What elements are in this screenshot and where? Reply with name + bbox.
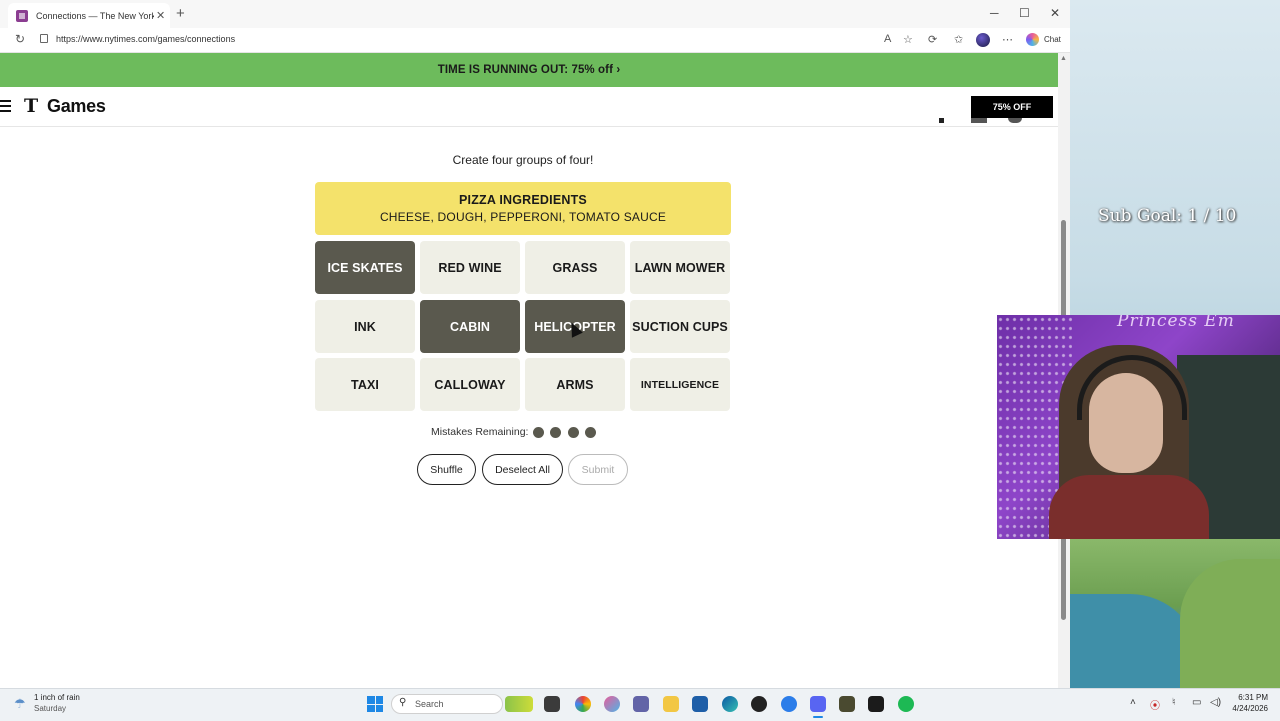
leaderboard-icon[interactable] — [939, 118, 944, 123]
tile[interactable]: TAXI — [315, 358, 415, 411]
read-aloud-icon[interactable]: A — [884, 33, 891, 45]
stats-icon[interactable] — [971, 118, 987, 123]
close-window-icon[interactable]: ✕ — [1050, 6, 1060, 20]
submit-button[interactable]: Submit — [568, 454, 628, 485]
offer-button[interactable]: 75% OFF — [971, 96, 1053, 118]
tile[interactable]: CABIN — [420, 300, 520, 353]
mistake-dot — [550, 427, 561, 438]
discord-icon[interactable] — [810, 696, 826, 712]
site-header: T Games 75% OFF — [0, 88, 1058, 127]
webcam-streamer-body — [1049, 475, 1209, 539]
solved-group-pizza-ingredients: PIZZA INGREDIENTS CHEESE, DOUGH, PEPPERO… — [315, 182, 731, 235]
chrome-icon[interactable] — [575, 696, 591, 712]
task-view-icon[interactable] — [544, 696, 560, 712]
webcam-neon-sign: Princess Em — [1117, 315, 1235, 331]
nyt-logo-icon[interactable]: T — [24, 95, 38, 117]
minimize-icon[interactable]: ─ — [990, 6, 999, 20]
deselect-all-button[interactable]: Deselect All — [482, 454, 563, 485]
active-app-indicator — [813, 716, 823, 718]
extensions-icon[interactable]: ⟳ — [928, 33, 937, 46]
sub-goal-overlay: Sub Goal: 1 / 10 — [1098, 206, 1237, 226]
scroll-up-arrow-icon[interactable]: ▲ — [1060, 55, 1067, 62]
clock-date[interactable]: 4/24/2026 — [1222, 704, 1268, 713]
mistake-dot — [568, 427, 579, 438]
volume-icon[interactable]: ◁) — [1210, 697, 1221, 708]
copilot-icon[interactable] — [1026, 33, 1039, 46]
hamburger-menu-icon[interactable] — [0, 100, 11, 112]
widgets-icon[interactable] — [505, 696, 533, 712]
store-icon[interactable] — [692, 696, 708, 712]
recording-icon[interactable]: ⦿ — [1150, 697, 1160, 712]
chat-label[interactable]: Chat — [1044, 35, 1061, 44]
desktop-landscape — [1070, 539, 1280, 688]
mistake-dot — [585, 427, 596, 438]
mistake-dot — [533, 427, 544, 438]
weather-condition[interactable]: 1 inch of rain — [34, 693, 80, 702]
landscape-grass — [1180, 559, 1280, 688]
tile[interactable]: SUCTION CUPS — [630, 300, 730, 353]
promo-text: TIME IS RUNNING OUT: 75% off › — [437, 64, 621, 76]
app-icon[interactable] — [781, 696, 797, 712]
taskbar-search-input[interactable] — [391, 694, 503, 714]
lock-icon[interactable] — [40, 34, 48, 43]
tile[interactable]: RED WINE — [420, 241, 520, 294]
address-bar: ↻ https://www.nytimes.com/games/connecti… — [0, 28, 1070, 53]
show-hidden-icons-chevron-icon[interactable]: ˄ — [1130, 697, 1136, 708]
tile[interactable]: ICE SKATES — [315, 241, 415, 294]
clock-time[interactable]: 6:31 PM — [1236, 693, 1268, 702]
nyt-favicon-icon — [16, 9, 28, 22]
tile[interactable]: INTELLIGENCE — [630, 358, 730, 411]
shuffle-button[interactable]: Shuffle — [417, 454, 476, 485]
solved-group-members: CHEESE, DOUGH, PEPPERONI, TOMATO SAUCE — [379, 210, 667, 224]
webcam-overlay: Princess Em — [997, 315, 1280, 539]
copilot-app-icon[interactable] — [604, 696, 620, 712]
games-logo-text[interactable]: Games — [47, 96, 106, 117]
promo-banner[interactable]: TIME IS RUNNING OUT: 75% off › — [0, 53, 1058, 87]
solved-group-title: PIZZA INGREDIENTS — [459, 193, 587, 207]
tile[interactable]: ARMS — [525, 358, 625, 411]
mistakes-remaining-label: Mistakes Remaining: — [431, 426, 529, 438]
browser-window: Connections — The New York Times ✕ + ─ ☐… — [0, 0, 1070, 688]
tile[interactable]: GRASS — [525, 241, 625, 294]
new-tab-icon[interactable]: + — [176, 5, 185, 22]
display-icon[interactable]: ▭ — [1192, 697, 1201, 708]
teams-icon[interactable] — [633, 696, 649, 712]
tile[interactable]: LAWN MOWER — [630, 241, 730, 294]
help-icon[interactable] — [1008, 118, 1022, 123]
tab-close-icon[interactable]: ✕ — [156, 9, 165, 22]
tile[interactable]: INK — [315, 300, 415, 353]
notes-icon[interactable] — [839, 696, 855, 712]
tab-bar: Connections — The New York Times ✕ + ─ ☐… — [0, 0, 1070, 28]
spotify-icon[interactable] — [898, 696, 914, 712]
tab-connections[interactable]: Connections — The New York Times ✕ — [8, 3, 170, 28]
weather-day: Saturday — [34, 704, 67, 713]
edge-icon[interactable] — [722, 696, 738, 712]
game-instruction: Create four groups of four! — [452, 153, 594, 167]
favorite-star-icon[interactable]: ☆ — [903, 33, 913, 46]
search-icon: ⚲ — [399, 697, 407, 708]
maximize-icon[interactable]: ☐ — [1019, 6, 1030, 20]
profile-avatar[interactable] — [976, 33, 990, 47]
capture-icon[interactable] — [868, 696, 884, 712]
obs-icon[interactable] — [751, 696, 767, 712]
more-menu-icon[interactable]: ⋯ — [1002, 33, 1013, 46]
file-explorer-icon[interactable] — [663, 696, 679, 712]
favorites-icon[interactable]: ✩ — [954, 33, 963, 46]
windows-start-icon[interactable] — [367, 696, 383, 712]
weather-rain-icon[interactable]: ☂ — [14, 696, 26, 712]
taskbar-search-label: Search — [415, 699, 444, 709]
url-field[interactable]: https://www.nytimes.com/games/connection… — [56, 34, 235, 44]
tab-title: Connections — The New York Times — [36, 10, 154, 21]
reload-icon[interactable]: ↻ — [15, 32, 25, 46]
microphone-icon[interactable]: ♮ — [1172, 697, 1176, 708]
tile[interactable]: CALLOWAY — [420, 358, 520, 411]
